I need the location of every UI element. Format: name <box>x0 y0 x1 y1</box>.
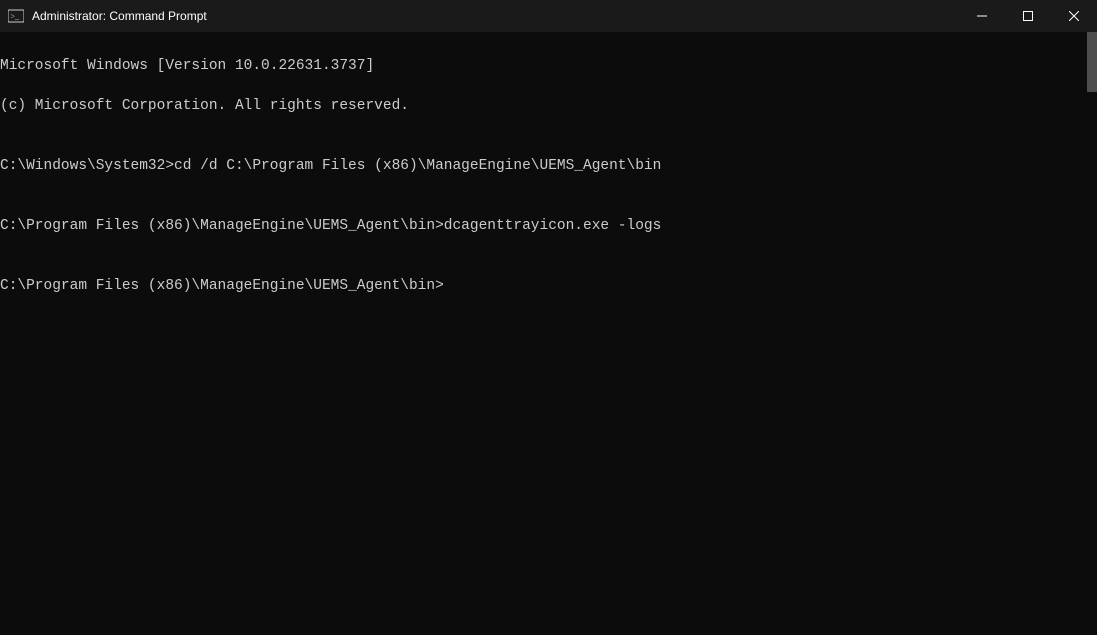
titlebar-left: >_ Administrator: Command Prompt <box>0 8 207 24</box>
maximize-button[interactable] <box>1005 0 1051 32</box>
titlebar-controls <box>959 0 1097 32</box>
terminal-line: C:\Program Files (x86)\ManageEngine\UEMS… <box>0 216 1097 236</box>
vertical-scrollbar[interactable] <box>1087 32 1097 92</box>
terminal-prompt: C:\Program Files (x86)\ManageEngine\UEMS… <box>0 278 444 294</box>
terminal-line: (c) Microsoft Corporation. All rights re… <box>0 96 1097 116</box>
svg-text:>_: >_ <box>11 12 21 21</box>
minimize-button[interactable] <box>959 0 1005 32</box>
terminal-line: Microsoft Windows [Version 10.0.22631.37… <box>0 56 1097 76</box>
cmd-icon: >_ <box>8 8 24 24</box>
terminal-cursor <box>444 276 452 294</box>
terminal-prompt-line: C:\Program Files (x86)\ManageEngine\UEMS… <box>0 276 1097 296</box>
close-button[interactable] <box>1051 0 1097 32</box>
terminal-output[interactable]: Microsoft Windows [Version 10.0.22631.37… <box>0 32 1097 635</box>
terminal-line: C:\Windows\System32>cd /d C:\Program Fil… <box>0 156 1097 176</box>
window-titlebar: >_ Administrator: Command Prompt <box>0 0 1097 32</box>
window-title: Administrator: Command Prompt <box>32 9 207 23</box>
